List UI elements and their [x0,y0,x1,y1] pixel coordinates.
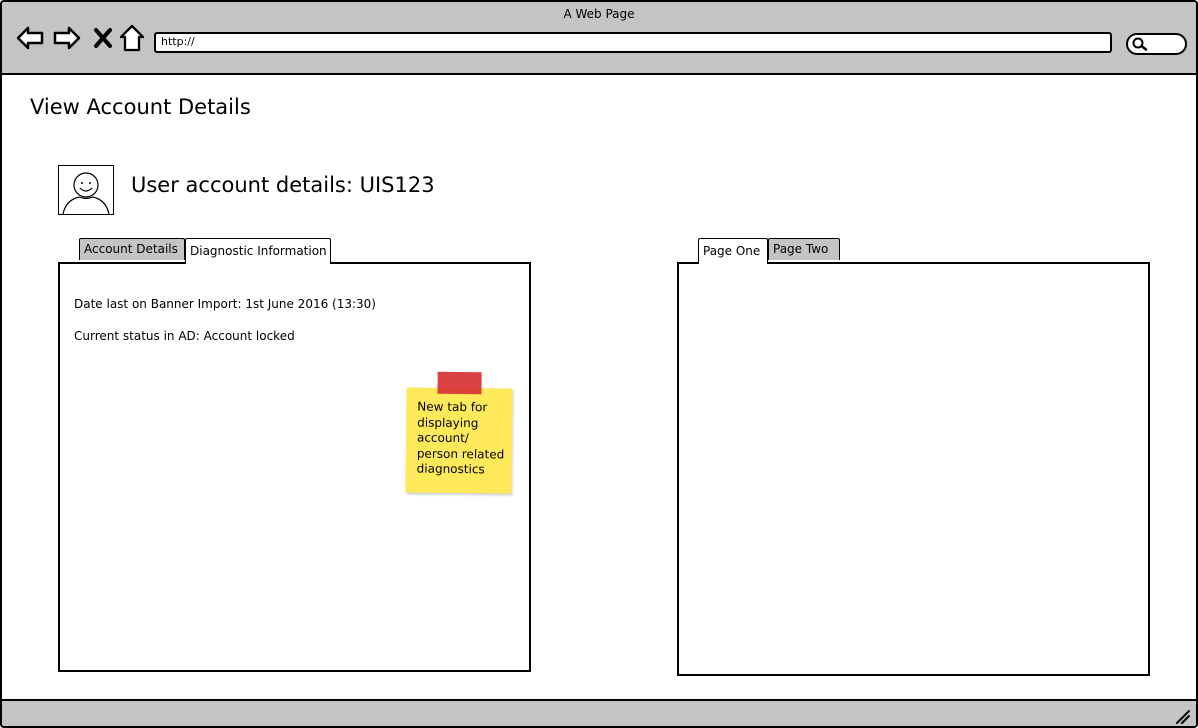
browser-toolbar: A Web Page http:// [2,2,1196,75]
forward-arrow-icon[interactable] [53,24,81,52]
sticky-note-text: New tab for displaying account/ person r… [416,399,505,477]
account-title: User account details: UIS123 [131,173,435,197]
resize-grip-icon[interactable] [1174,708,1190,724]
window-title: A Web Page [563,7,635,21]
back-arrow-icon[interactable] [16,24,44,52]
search-icon [1132,37,1148,51]
banner-import-date: Date last on Banner Import: 1st June 201… [74,297,376,311]
right-tab-strip: Page One Page Two [698,238,848,264]
tab-page-one[interactable]: Page One [698,238,768,264]
sticky-note: New tab for displaying account/ person r… [405,371,513,494]
tab-account-details[interactable]: Account Details [79,238,185,260]
address-bar[interactable]: http:// [154,32,1112,53]
search-field[interactable] [1126,33,1187,55]
left-tab-strip: Account Details Diagnostic Information [79,238,339,264]
home-icon[interactable] [118,24,146,52]
page-one-panel [677,262,1150,676]
browser-window: A Web Page http:// View Account Details [0,0,1198,728]
page-title: View Account Details [30,95,251,119]
tab-page-two[interactable]: Page Two [768,238,840,260]
sticky-note-tape [437,371,482,395]
close-icon[interactable] [90,24,118,52]
user-avatar-icon [58,165,114,215]
tab-diagnostic-information[interactable]: Diagnostic Information [185,238,331,264]
address-bar-text: http:// [161,35,195,48]
ad-status: Current status in AD: Account locked [74,329,295,343]
status-bar [2,699,1196,726]
